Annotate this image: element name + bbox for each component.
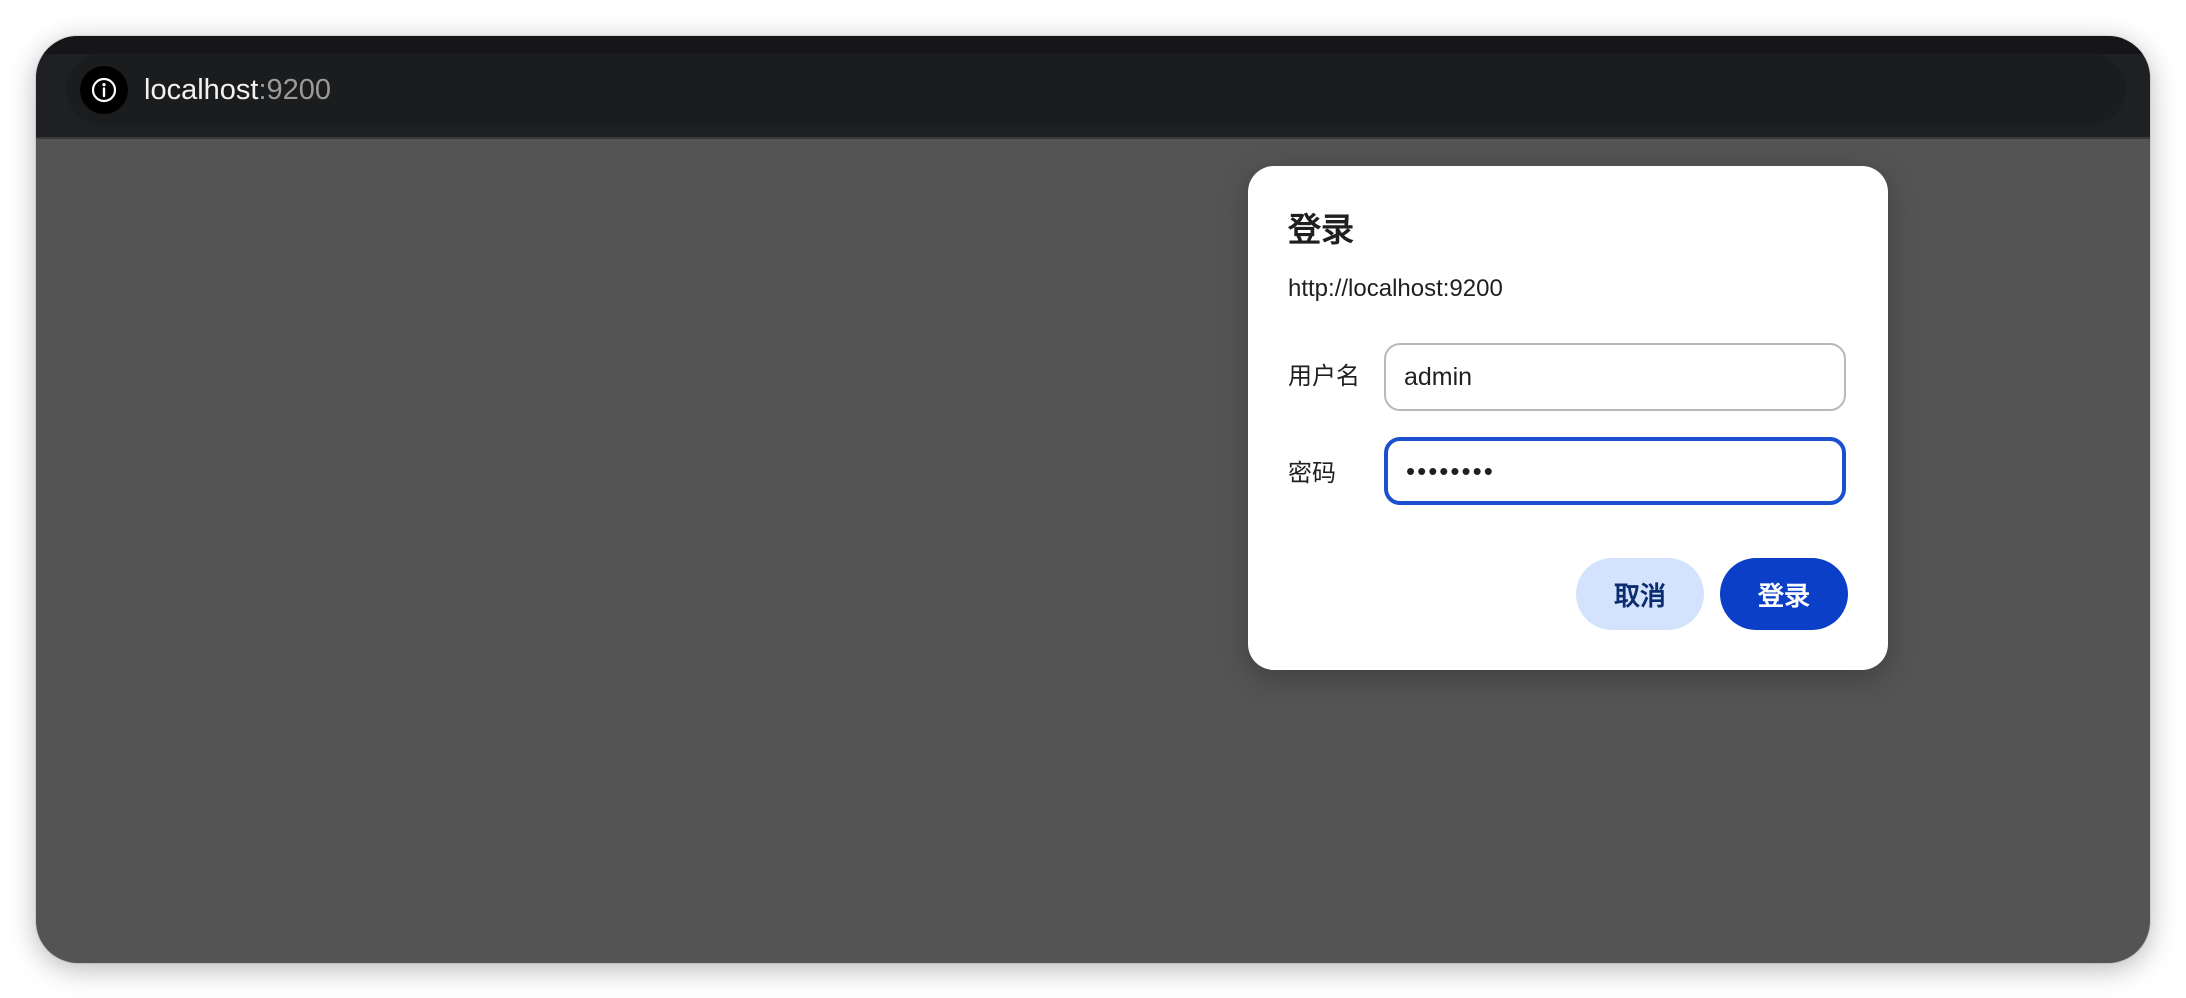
password-input[interactable]: •••••••• — [1384, 437, 1846, 505]
username-label: 用户名 — [1288, 363, 1360, 390]
http-auth-dialog: 登录 http://localhost:9200 用户名 admin 密码 ••… — [1248, 166, 1888, 670]
dialog-origin: http://localhost:9200 — [1288, 275, 1503, 302]
browser-window: localhost:9200 登录 http://localhost:9200 … — [36, 36, 2150, 963]
cancel-button[interactable]: 取消 — [1576, 558, 1704, 630]
login-button[interactable]: 登录 — [1720, 558, 1848, 630]
password-label: 密码 — [1288, 460, 1336, 487]
dialog-title: 登录 — [1288, 211, 1354, 248]
url-host: localhost — [144, 74, 259, 106]
browser-toolbar: localhost:9200 — [36, 36, 2150, 139]
site-info-button[interactable] — [80, 66, 128, 114]
info-icon — [91, 77, 117, 103]
username-input[interactable]: admin — [1384, 343, 1846, 411]
address-bar[interactable] — [66, 54, 2126, 125]
url-port: :9200 — [258, 74, 332, 106]
address-url[interactable]: localhost:9200 — [144, 71, 331, 109]
